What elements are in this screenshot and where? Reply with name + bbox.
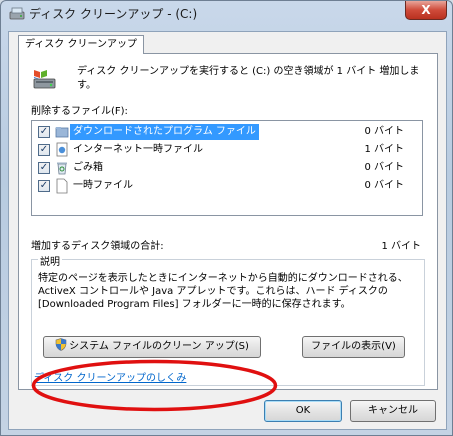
list-item[interactable]: ✓ ごみ箱 0 バイト	[32, 159, 422, 177]
uac-shield-icon	[55, 338, 67, 351]
files-to-delete-label: 削除するファイル(F):	[31, 106, 128, 117]
checkbox[interactable]: ✓	[38, 144, 50, 156]
file-size: 1 バイト	[364, 144, 404, 155]
recycle-bin-icon	[55, 160, 69, 176]
file-name: ダウンロードされたプログラム ファイル	[70, 124, 259, 140]
dialog-client-area: ディスク クリーンアップ ディスク クリーンアップを実行すると (C:) の空き…	[8, 31, 447, 430]
file-name: ごみ箱	[73, 162, 103, 173]
system-files-cleanup-label: システム ファイルのクリーン アップ(S)	[69, 341, 249, 352]
total-space-value: 1 バイト	[381, 241, 421, 252]
description-title: 説明	[38, 253, 62, 268]
file-size: 0 バイト	[364, 162, 404, 173]
list-item[interactable]: ✓ 一時ファイル 0 バイト	[32, 177, 422, 195]
internet-file-icon	[55, 142, 69, 158]
view-files-button[interactable]: ファイルの表示(V)	[302, 336, 405, 358]
disk-cleanup-icon	[33, 70, 56, 89]
window-title: ディスク クリーンアップ - (C:)	[29, 7, 198, 21]
disk-cleanup-app-icon	[9, 7, 25, 20]
tab-disk-cleanup[interactable]: ディスク クリーンアップ	[18, 35, 144, 54]
how-cleanup-works-link[interactable]: ディスク クリーンアップのしくみ	[34, 369, 186, 384]
close-button[interactable]: X	[405, 1, 447, 20]
total-space-label: 増加するディスク領域の合計:	[31, 241, 164, 252]
file-size: 0 バイト	[364, 180, 404, 191]
file-size: 0 バイト	[364, 126, 404, 137]
list-item[interactable]: ✓ ダウンロードされたプログラム ファイル 0 バイト	[32, 123, 422, 141]
file-name: 一時ファイル	[73, 180, 133, 191]
title-bar: ディスク クリーンアップ - (C:) X	[1, 1, 452, 25]
files-to-delete-list[interactable]: ✓ ダウンロードされたプログラム ファイル 0 バイト ✓ インターネット一時フ…	[31, 120, 423, 216]
checkbox[interactable]: ✓	[38, 162, 50, 174]
list-item[interactable]: ✓ インターネット一時ファイル 1 バイト	[32, 141, 422, 159]
system-files-cleanup-button[interactable]: システム ファイルのクリーン アップ(S)	[43, 336, 261, 358]
description-group: 説明 特定のページを表示したときにインターネットから自動的にダウンロードされる、…	[31, 253, 425, 386]
cancel-button[interactable]: キャンセル	[350, 400, 436, 422]
description-text: 特定のページを表示したときにインターネットから自動的にダウンロードされる、Act…	[38, 273, 408, 310]
checkbox[interactable]: ✓	[38, 126, 50, 138]
file-name: インターネット一時ファイル	[73, 144, 203, 155]
ok-button[interactable]: OK	[264, 400, 342, 422]
blank-file-icon	[55, 178, 69, 194]
intro-text: ディスク クリーンアップを実行すると (C:) の空き領域が 1 バイト 増加し…	[77, 66, 420, 91]
folder-icon	[55, 124, 69, 140]
checkbox[interactable]: ✓	[38, 180, 50, 192]
dialog-window: ディスク クリーンアップ - (C:) X ディスク クリーンアップ ディスク …	[0, 0, 453, 436]
